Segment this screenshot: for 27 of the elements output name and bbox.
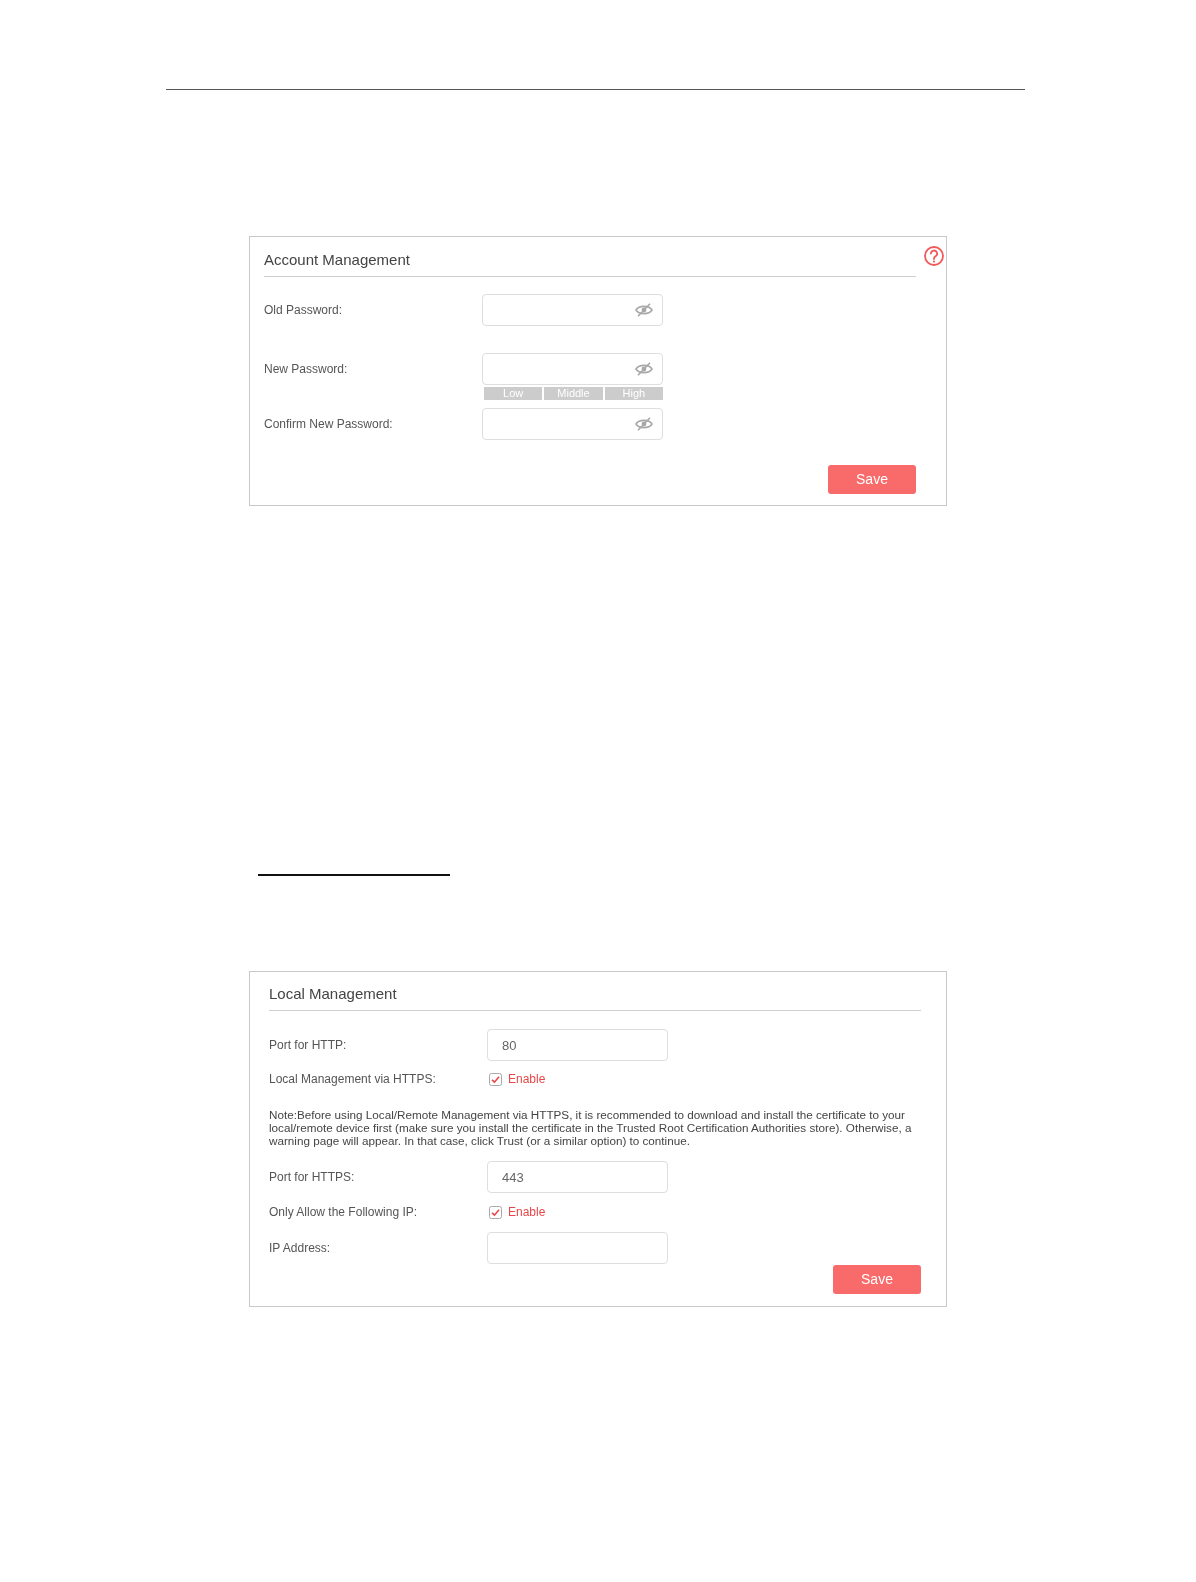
field-label: Confirm New Password: — [264, 416, 394, 433]
checkbox[interactable] — [489, 1205, 502, 1219]
help-icon[interactable] — [924, 246, 944, 266]
text-field[interactable]: 80 — [487, 1029, 668, 1061]
checkbox-label[interactable]: Enable — [508, 1070, 546, 1088]
password-field[interactable] — [482, 408, 663, 440]
text-field[interactable]: 443 — [487, 1161, 668, 1193]
field-label: Port for HTTPS: — [269, 1169, 356, 1186]
password-field[interactable] — [482, 353, 663, 385]
field-label: Port for HTTP: — [269, 1037, 348, 1054]
field-label: IP Address: — [269, 1240, 332, 1257]
field-label: Old Password: — [264, 302, 344, 319]
text-field[interactable] — [487, 1232, 668, 1264]
save-button[interactable]: Save — [833, 1265, 921, 1294]
note-text: Note:Before using Local/Remote Management via HTTPS, it is recommended to download and install the certificate to your local/remote device first (make sure you install the certificate in the Trusted Root Certification Authorities store). Otherwise, a warning page will appear. In that case, click Trust (or a similar option) to continue. — [269, 1108, 913, 1147]
panel-title: Local Management — [269, 985, 397, 1002]
field-label: Only Allow the Following IP: — [269, 1204, 419, 1221]
eye-slash-icon[interactable] — [635, 362, 653, 376]
eye-slash-icon[interactable] — [635, 303, 653, 317]
eye-slash-icon[interactable] — [635, 417, 653, 431]
save-button[interactable]: Save — [828, 465, 916, 494]
field-label: Local Management via HTTPS: — [269, 1071, 437, 1088]
field-label: New Password: — [264, 361, 349, 378]
password-field[interactable] — [482, 294, 663, 326]
checkbox[interactable] — [489, 1072, 502, 1086]
checkbox-label[interactable]: Enable — [508, 1203, 546, 1221]
panel-title: Account Management — [264, 251, 410, 268]
